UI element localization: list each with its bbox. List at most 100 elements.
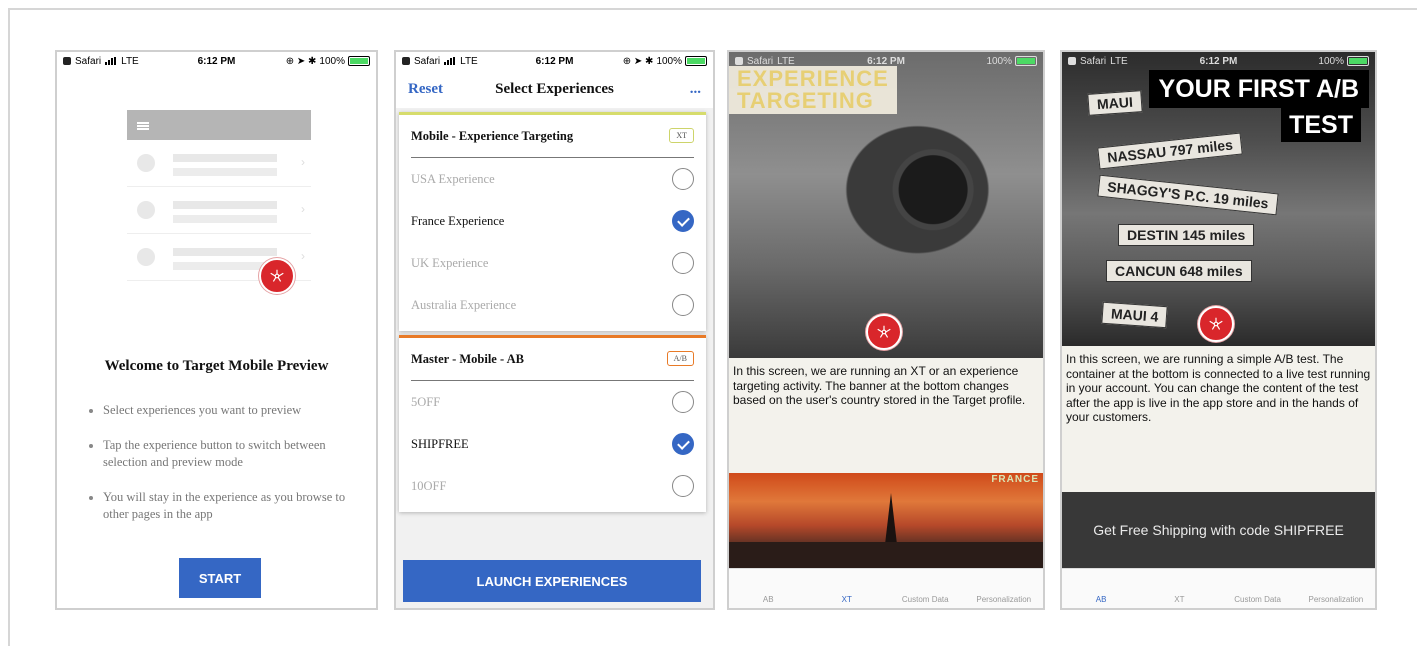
status-time: 6:12 PM [867,55,905,67]
radio-unchecked-icon[interactable] [672,391,694,413]
experience-label: Australia Experience [411,297,517,312]
experience-option[interactable]: 10OFF [411,465,694,507]
network-label: LTE [777,55,795,67]
radio-unchecked-icon[interactable] [672,168,694,190]
start-button[interactable]: START [179,558,261,598]
hero-title: YOUR FIRST A/B [1148,70,1369,108]
location-icon: ⊕ ➤ ✱ [622,55,654,67]
battery-icon [685,56,708,66]
activity-type-tag: A/B [666,351,694,366]
experience-label: 5OFF [411,394,441,409]
screen-description: In this screen, we are running a simple … [1062,346,1375,492]
activity-type-tag: XT [669,128,694,143]
battery-label: 100% [1318,55,1344,67]
phone-welcome-screen: Safari LTE 6:12 PM ⊕ ➤ ✱ 100% › › › Welc… [55,50,378,610]
tab-custom-data[interactable]: Custom Data [1219,595,1297,604]
back-to-app-icon[interactable] [1068,57,1076,65]
status-bar: Safari LTE 6:12 PM 100% [1062,52,1375,70]
battery-icon [1015,56,1038,66]
experience-group-card: Mobile - Experience Targeting XT USA Exp… [399,112,706,331]
phone-select-experiences: Safari LTE 6:12 PM ⊕ ➤ ✱ 100% Select Exp… [394,50,715,610]
carrier-label: Safari [747,55,774,67]
group-name: Mobile - Experience Targeting [411,128,574,143]
sign-board: DESTIN 145 miles [1118,224,1255,246]
status-time: 6:12 PM [197,55,236,67]
experience-option[interactable]: UK Experience [411,242,694,284]
status-time: 6:12 PM [535,55,574,67]
carrier-label: Safari [1080,55,1107,67]
reset-button[interactable]: Reset [408,81,443,98]
radio-unchecked-icon[interactable] [672,252,694,274]
battery-icon [1346,56,1369,66]
tab-ab[interactable]: AB [729,595,808,604]
network-label: LTE [460,55,478,67]
hamburger-icon [137,122,149,124]
banner-country-label: FRANCE [991,474,1039,485]
tab-bar: AB XT Custom Data Personalization [729,568,1043,608]
status-bar: Safari LTE 6:12 PM ⊕ ➤ ✱ 100% [57,52,376,70]
carrier-label: Safari [414,55,441,67]
battery-label: 100% [656,55,683,67]
tab-ab[interactable]: AB [1062,595,1140,604]
battery-icon [347,56,370,66]
phone-xt-screen: Safari LTE 6:12 PM 100% EXPERIENCE TARGE… [727,50,1045,610]
tab-bar: AB XT Custom Data Personalization [1062,568,1375,608]
nav-bar: Select Experiences Reset ... [396,70,713,108]
experience-option[interactable]: SHIPFREE [411,423,694,465]
hero-title: EXPERIENCE TARGETING [729,66,897,114]
radio-unchecked-icon[interactable] [672,475,694,497]
status-time: 6:12 PM [1199,55,1238,67]
location-icon: ⊕ ➤ ✱ [285,55,317,67]
target-badge-icon[interactable] [866,314,902,350]
sign-board: MAUI 4 [1101,301,1169,329]
experience-option[interactable]: 5OFF [411,381,694,423]
target-badge-icon [259,258,295,294]
sign-board: MAUI [1087,90,1143,116]
sign-board: CANCUN 648 miles [1106,260,1252,282]
screen-description: In this screen, we are running an XT or … [729,358,1043,473]
battery-label: 100% [319,55,345,67]
experience-option[interactable]: Australia Experience [411,284,694,326]
instruction-item: You will stay in the experience as you b… [89,489,356,523]
battery-label: 100% [986,55,1013,67]
status-bar: Safari LTE 6:12 PM ⊕ ➤ ✱ 100% [396,52,713,70]
instruction-item: Select experiences you want to preview [89,402,356,419]
instruction-item: Tap the experience button to switch betw… [89,437,356,471]
group-header: Mobile - Experience Targeting XT [411,115,694,158]
carrier-label: Safari [75,55,102,67]
experience-option[interactable]: USA Experience [411,158,694,200]
instructions-list: Select experiences you want to preview T… [89,402,356,541]
radio-unchecked-icon[interactable] [672,294,694,316]
group-name: Master - Mobile - AB [411,351,524,366]
hero-title-line: TARGETING [737,88,874,113]
back-to-app-icon[interactable] [402,57,410,65]
hero-title-line: TEST [1281,108,1361,142]
network-label: LTE [121,55,139,67]
tab-personalization[interactable]: Personalization [1297,595,1375,604]
experience-label: USA Experience [411,171,495,186]
launch-experiences-button[interactable]: LAUNCH EXPERIENCES [403,560,701,602]
target-badge-icon[interactable] [1198,306,1234,342]
network-label: LTE [1110,55,1128,67]
skyline-graphic [729,542,1043,568]
experience-label: 10OFF [411,478,447,493]
experience-label: SHIPFREE [411,436,469,451]
radio-checked-icon[interactable] [672,433,694,455]
more-options-button[interactable]: ... [690,81,701,98]
hero-title-line: EXPERIENCE [737,66,889,91]
tab-xt[interactable]: XT [1140,595,1218,604]
ab-test-banner[interactable]: Get Free Shipping with code SHIPFREE [1062,492,1375,568]
tab-personalization[interactable]: Personalization [965,595,1044,604]
signal-icon [105,57,117,65]
tab-custom-data[interactable]: Custom Data [886,595,965,604]
tab-xt[interactable]: XT [808,595,887,604]
radio-checked-icon[interactable] [672,210,694,232]
experience-label: France Experience [411,213,505,228]
back-to-app-icon[interactable] [63,57,71,65]
experience-label: UK Experience [411,255,489,270]
back-to-app-icon[interactable] [735,57,743,65]
group-header: Master - Mobile - AB A/B [411,338,694,381]
experience-group-card: Master - Mobile - AB A/B 5OFF SHIPFREE 1… [399,335,706,512]
welcome-title: Welcome to Target Mobile Preview [104,358,329,374]
experience-option[interactable]: France Experience [411,200,694,242]
